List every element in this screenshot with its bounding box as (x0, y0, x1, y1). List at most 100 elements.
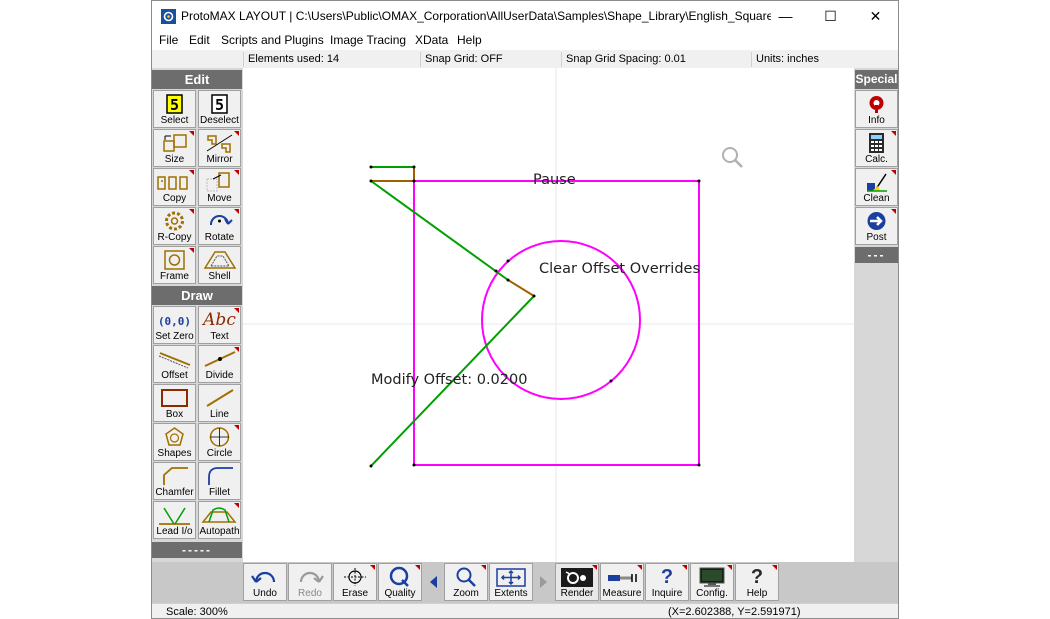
text-tool-button[interactable]: Abc Text (198, 306, 241, 344)
offset-tool-button[interactable]: Offset (153, 345, 196, 383)
divide-tool-label: Divide (205, 370, 234, 381)
erase-button[interactable]: Erase (333, 563, 377, 601)
bottom-toolbar: Undo Redo Erase Quality Zoom Extents Ren… (152, 562, 898, 603)
set-zero-icon: (0,0) (157, 315, 192, 328)
mirror-tool-label: Mirror (206, 154, 233, 165)
copy-tool-button[interactable]: Copy (153, 168, 196, 206)
mirror-icon (206, 134, 233, 153)
undo-icon (251, 571, 276, 583)
render-label: Render (560, 588, 594, 599)
redo-button[interactable]: Redo (288, 563, 332, 601)
circle-tool-button[interactable]: Circle (198, 423, 241, 461)
menu-file[interactable]: File (159, 33, 178, 47)
autopath-tool-button[interactable]: Autopath (198, 501, 241, 539)
special-panel-more-button[interactable]: --- (855, 247, 898, 263)
rotary-copy-tool-button[interactable]: R-Copy (153, 207, 196, 245)
inquire-button[interactable]: ? Inquire (645, 563, 689, 601)
drawing-svg (243, 68, 854, 562)
zoom-cursor-icon (722, 147, 743, 168)
zoom-button[interactable]: Zoom (444, 563, 488, 601)
chamfer-icon (163, 467, 188, 485)
select-tool-label: Select (160, 115, 189, 126)
menu-image-tracing[interactable]: Image Tracing (330, 33, 406, 47)
move-tool-button[interactable]: Move (198, 168, 241, 206)
lead-io-icon (159, 507, 190, 525)
rotate-tool-button[interactable]: Rotate (198, 207, 241, 245)
svg-text:5: 5 (215, 96, 224, 114)
edit-panel-header: Edit (152, 70, 242, 89)
box-icon (161, 389, 188, 407)
drawing-canvas[interactable]: Pause Clear Offset Overrides Modify Offs… (243, 68, 854, 562)
menu-help[interactable]: Help (457, 33, 482, 47)
draw-panel-more-button[interactable]: ----- (152, 542, 242, 558)
select-icon: 5 (166, 94, 183, 114)
divide-tool-button[interactable]: Divide (198, 345, 241, 383)
shell-tool-button[interactable]: Shell (198, 246, 241, 284)
rotate-icon (210, 215, 233, 226)
minimize-button[interactable]: — (763, 1, 808, 31)
frame-tool-button[interactable]: Frame (153, 246, 196, 284)
menu-xdata[interactable]: XData (415, 33, 448, 47)
top-status-bar: Elements used: 14 Snap Grid: OFF Snap Gr… (152, 51, 898, 68)
quality-button[interactable]: Quality (378, 563, 422, 601)
lead-line-to-circle (370, 180, 509, 281)
text-icon: Abc (203, 310, 236, 330)
autopath-icon (201, 507, 237, 523)
extents-button[interactable]: Extents (489, 563, 533, 601)
config-button[interactable]: Config. (690, 563, 734, 601)
measure-icon (608, 574, 637, 582)
size-icon (163, 134, 187, 152)
close-button[interactable]: ✕ (853, 1, 898, 31)
inquire-label: Inquire (651, 588, 683, 599)
render-button[interactable]: Render (555, 563, 599, 601)
shapes-tool-button[interactable]: Shapes (153, 423, 196, 461)
info-tool-button[interactable]: Info (855, 90, 898, 128)
clear-offset-annotation: Clear Offset Overrides (539, 261, 700, 277)
line-tool-label: Line (210, 409, 229, 420)
info-tool-label: Info (868, 115, 885, 126)
help-button[interactable]: ? Help (735, 563, 779, 601)
calculator-icon (869, 133, 884, 153)
menu-edit[interactable]: Edit (189, 33, 210, 47)
clean-icon (867, 173, 887, 192)
post-tool-button[interactable]: Post (855, 207, 898, 245)
offset-tool-label: Offset (161, 370, 188, 381)
select-tool-button[interactable]: 5 Select (153, 90, 196, 128)
app-icon (161, 9, 176, 24)
circle-tool-label: Circle (206, 448, 233, 459)
calculator-tool-button[interactable]: Calc. (855, 129, 898, 167)
deselect-tool-button[interactable]: 5 Deselect (198, 90, 241, 128)
line-icon (206, 389, 234, 407)
fillet-tool-button[interactable]: Fillet (198, 462, 241, 500)
mirror-tool-button[interactable]: Mirror (198, 129, 241, 167)
toolbar-scroll-left-icon[interactable] (427, 574, 439, 590)
shell-tool-label: Shell (208, 271, 231, 282)
circle-icon (209, 427, 230, 447)
rotary-copy-tool-label: R-Copy (157, 232, 192, 243)
line-tool-button[interactable]: Line (198, 384, 241, 422)
text-tool-label: Text (210, 331, 229, 342)
undo-button[interactable]: Undo (243, 563, 287, 601)
fillet-tool-label: Fillet (208, 487, 231, 498)
menu-bar: File Edit Scripts and Plugins Image Trac… (152, 31, 898, 50)
set-zero-tool-button[interactable]: (0,0) Set Zero (153, 306, 196, 344)
modify-offset-annotation: Modify Offset: 0.0200 (371, 372, 528, 388)
chamfer-tool-button[interactable]: Chamfer (153, 462, 196, 500)
maximize-button[interactable]: ☐ (808, 1, 853, 31)
post-icon (867, 212, 886, 230)
lead-io-tool-button[interactable]: Lead I/o (153, 501, 196, 539)
scale-status: Scale: 300% (166, 606, 228, 618)
toolbar-scroll-right-icon[interactable] (538, 574, 550, 590)
frame-tool-label: Frame (160, 271, 189, 282)
shapes-tool-label: Shapes (157, 448, 192, 459)
redo-icon (299, 571, 324, 583)
undo-label: Undo (253, 588, 277, 599)
lead-io-tool-label: Lead I/o (156, 526, 193, 537)
measure-button[interactable]: Measure (600, 563, 644, 601)
menu-scripts-and-plugins[interactable]: Scripts and Plugins (221, 33, 324, 47)
clean-tool-button[interactable]: Clean (855, 168, 898, 206)
box-tool-button[interactable]: Box (153, 384, 196, 422)
size-tool-button[interactable]: Size (153, 129, 196, 167)
svg-text:5: 5 (170, 96, 179, 114)
help-icon: ? (750, 566, 764, 588)
